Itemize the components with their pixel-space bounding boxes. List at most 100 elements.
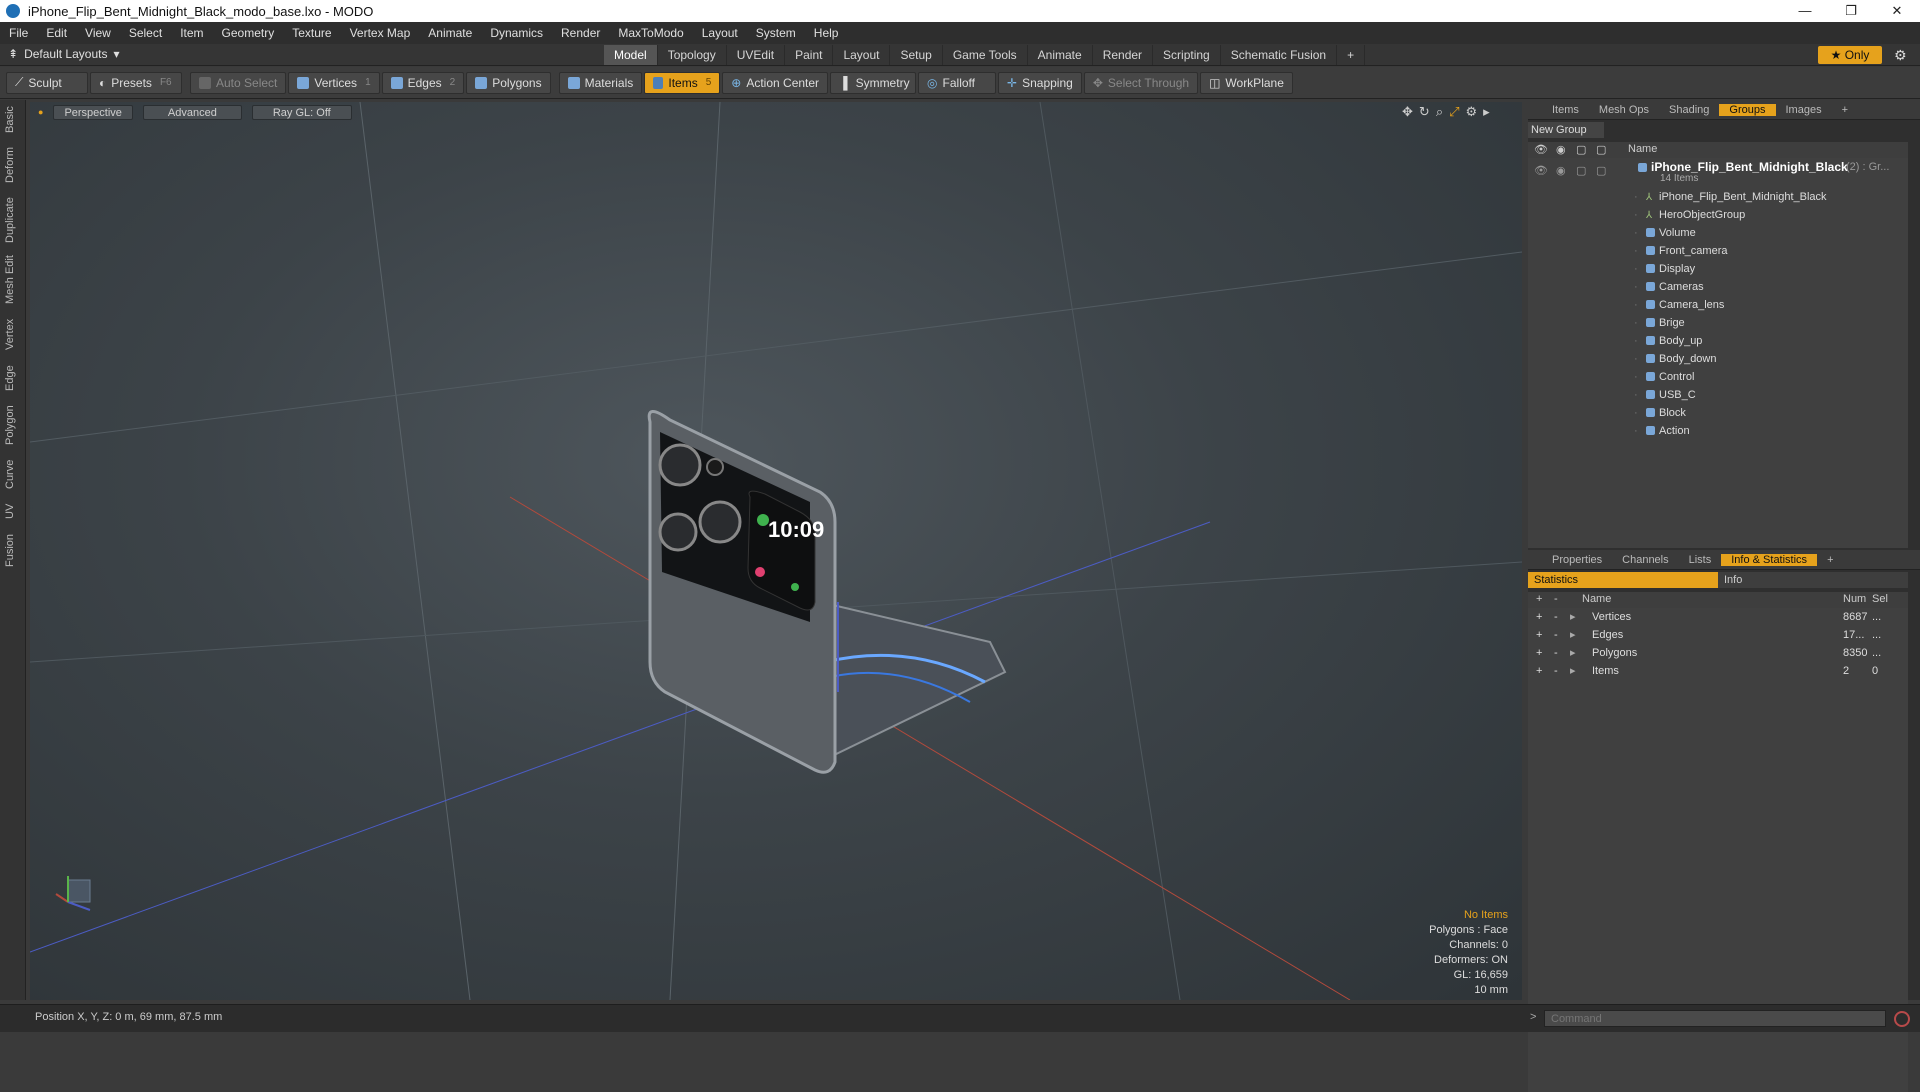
new-group-button[interactable]: New Group bbox=[1528, 122, 1604, 138]
expand-arrow-icon[interactable]: ▸ bbox=[1570, 626, 1576, 644]
command-input[interactable] bbox=[1544, 1010, 1886, 1027]
fit-icon[interactable]: ⤢ bbox=[1449, 104, 1459, 120]
falloff-button[interactable]: ◎ Falloff bbox=[918, 71, 997, 94]
select-through-button[interactable]: ✥ Select Through bbox=[1083, 71, 1199, 94]
workplane-button[interactable]: ◫ WorkPlane bbox=[1200, 71, 1293, 94]
subtab-info[interactable]: Info bbox=[1724, 572, 1742, 588]
collapse-all-icon[interactable]: - bbox=[1554, 593, 1558, 605]
tab-mesh-edit[interactable]: Mesh Edit bbox=[4, 254, 22, 306]
tree-row-item[interactable]: · Brige bbox=[1528, 314, 1908, 332]
menu-maxtomodo[interactable]: MaxToModo bbox=[609, 26, 692, 40]
tab-render[interactable]: Render bbox=[1093, 45, 1154, 65]
tab-fusion[interactable]: Fusion bbox=[4, 530, 22, 570]
materials-button[interactable]: Materials bbox=[558, 71, 643, 94]
tab-channels[interactable]: Channels bbox=[1612, 554, 1678, 566]
tab-images[interactable]: Images bbox=[1776, 104, 1832, 116]
menu-geometry[interactable]: Geometry bbox=[213, 26, 284, 40]
menu-help[interactable]: Help bbox=[805, 26, 848, 40]
tab-setup[interactable]: Setup bbox=[890, 45, 943, 65]
tree-row-item[interactable]: · Control bbox=[1528, 368, 1908, 386]
tab-items[interactable]: Items bbox=[1542, 104, 1589, 116]
tree-row-item[interactable]: · Block bbox=[1528, 404, 1908, 422]
add-tab-button[interactable]: + bbox=[1337, 45, 1366, 65]
raygl-toggle[interactable]: Ray GL: Off bbox=[251, 104, 352, 120]
menu-texture[interactable]: Texture bbox=[283, 26, 340, 40]
snapping-button[interactable]: ✛ Snapping bbox=[998, 71, 1082, 94]
tab-scripting[interactable]: Scripting bbox=[1153, 45, 1221, 65]
visibility-eye-icon[interactable]: 👁 bbox=[1534, 162, 1548, 180]
menu-animate[interactable]: Animate bbox=[419, 26, 481, 40]
gear-icon[interactable]: ⚙ bbox=[1894, 47, 1907, 64]
tab-topology[interactable]: Topology bbox=[658, 45, 727, 65]
table-row[interactable]: + - ▸ Vertices 8687... bbox=[1528, 608, 1908, 626]
close-button[interactable]: ✕ bbox=[1874, 0, 1920, 22]
menu-layout[interactable]: Layout bbox=[693, 26, 747, 40]
zoom-icon[interactable]: ⌕ bbox=[1436, 104, 1443, 120]
tab-shading[interactable]: Shading bbox=[1659, 104, 1719, 116]
presets-button[interactable]: ◐ Presets F6 bbox=[90, 71, 182, 94]
menu-edit[interactable]: Edit bbox=[37, 26, 76, 40]
table-row[interactable]: + - ▸ Items 2 0 bbox=[1528, 662, 1908, 680]
menu-select[interactable]: Select bbox=[120, 26, 171, 40]
polygons-button[interactable]: Polygons bbox=[466, 71, 551, 94]
tree-row-item[interactable]: · Cameras bbox=[1528, 278, 1908, 296]
only-button[interactable]: ★ Only bbox=[1818, 46, 1882, 64]
tree-row-item[interactable]: · Volume bbox=[1528, 224, 1908, 242]
pan-icon[interactable]: ✥ bbox=[1402, 104, 1413, 120]
tab-paint[interactable]: Paint bbox=[785, 45, 834, 65]
table-row[interactable]: + - ▸ Edges 17...... bbox=[1528, 626, 1908, 644]
menu-system[interactable]: System bbox=[747, 26, 805, 40]
tab-animate[interactable]: Animate bbox=[1028, 45, 1093, 65]
tab-curve[interactable]: Curve bbox=[4, 456, 22, 492]
tab-groups[interactable]: Groups bbox=[1719, 103, 1776, 116]
tree-row-item[interactable]: · Display bbox=[1528, 260, 1908, 278]
menu-render[interactable]: Render bbox=[552, 26, 609, 40]
tab-duplicate[interactable]: Duplicate bbox=[4, 194, 22, 246]
tree-row-item[interactable]: · Body_down bbox=[1528, 350, 1908, 368]
tab-model[interactable]: Model bbox=[604, 45, 658, 65]
perspective-dropdown[interactable]: Perspective bbox=[53, 104, 133, 120]
tab-uvedit[interactable]: UVEdit bbox=[727, 45, 786, 65]
tab-polygon[interactable]: Polygon bbox=[4, 402, 22, 448]
menu-dynamics[interactable]: Dynamics bbox=[481, 26, 552, 40]
tab-uv[interactable]: UV bbox=[4, 500, 22, 522]
advanced-dropdown[interactable]: Advanced bbox=[142, 104, 242, 120]
expand-arrow-icon[interactable]: ▸ bbox=[1483, 104, 1490, 120]
subtab-statistics[interactable]: Statistics bbox=[1528, 572, 1718, 588]
menu-view[interactable]: View bbox=[76, 26, 120, 40]
tab-edge[interactable]: Edge bbox=[4, 362, 22, 394]
expand-arrow-icon[interactable]: ▸ bbox=[1570, 608, 1576, 626]
auto-select-button[interactable]: Auto Select bbox=[190, 71, 287, 94]
tab-layout[interactable]: Layout bbox=[833, 45, 891, 65]
tab-info-statistics[interactable]: Info & Statistics bbox=[1721, 553, 1818, 566]
menu-item[interactable]: Item bbox=[171, 26, 212, 40]
sculpt-button[interactable]: ⟋ Sculpt bbox=[6, 71, 88, 94]
tab-vertex[interactable]: Vertex bbox=[4, 314, 22, 354]
add-tab-button[interactable]: + bbox=[1832, 104, 1858, 116]
menu-file[interactable]: File bbox=[0, 26, 37, 40]
tree-row-item[interactable]: · ⅄ iPhone_Flip_Bent_Midnight_Black bbox=[1528, 188, 1908, 206]
tab-schematic-fusion[interactable]: Schematic Fusion bbox=[1221, 45, 1338, 65]
symmetry-button[interactable]: ▐ Symmetry bbox=[830, 71, 917, 94]
expand-arrow-icon[interactable]: ▸ bbox=[1570, 644, 1576, 662]
table-row[interactable]: + - ▸ Polygons 8350... bbox=[1528, 644, 1908, 662]
3d-viewport[interactable]: 10:09 No Items Polygons : Face Channels:… bbox=[30, 102, 1522, 1000]
tab-deform[interactable]: Deform bbox=[4, 144, 22, 186]
tree-row-item[interactable]: · Action bbox=[1528, 422, 1908, 440]
layouts-dropdown[interactable]: ⇞ Default Layouts ▾ bbox=[8, 47, 119, 61]
items-button[interactable]: Items 5 bbox=[644, 71, 721, 94]
menu-vertex-map[interactable]: Vertex Map bbox=[341, 26, 420, 40]
action-center-button[interactable]: ⊕ Action Center bbox=[722, 71, 829, 94]
render-toggle-icon[interactable]: ◉ bbox=[1556, 162, 1566, 180]
record-macro-icon[interactable] bbox=[1894, 1011, 1910, 1027]
lock-toggle-icon[interactable]: ▢ bbox=[1576, 162, 1586, 180]
viewport-settings-icon[interactable]: ⚙ bbox=[1466, 104, 1478, 120]
add-tab-button[interactable]: + bbox=[1817, 554, 1843, 566]
expand-arrow-icon[interactable]: ▸ bbox=[1570, 662, 1576, 680]
tree-row-item[interactable]: · USB_C bbox=[1528, 386, 1908, 404]
tab-game-tools[interactable]: Game Tools bbox=[943, 45, 1028, 65]
tree-row-root[interactable]: 👁 ◉ ▢ ▢ iPhone_Flip_Bent_Midnight_Black … bbox=[1528, 158, 1908, 186]
tree-row-item[interactable]: · Front_camera bbox=[1528, 242, 1908, 260]
tab-mesh-ops[interactable]: Mesh Ops bbox=[1589, 104, 1659, 116]
orbit-icon[interactable]: ↻ bbox=[1419, 104, 1430, 120]
